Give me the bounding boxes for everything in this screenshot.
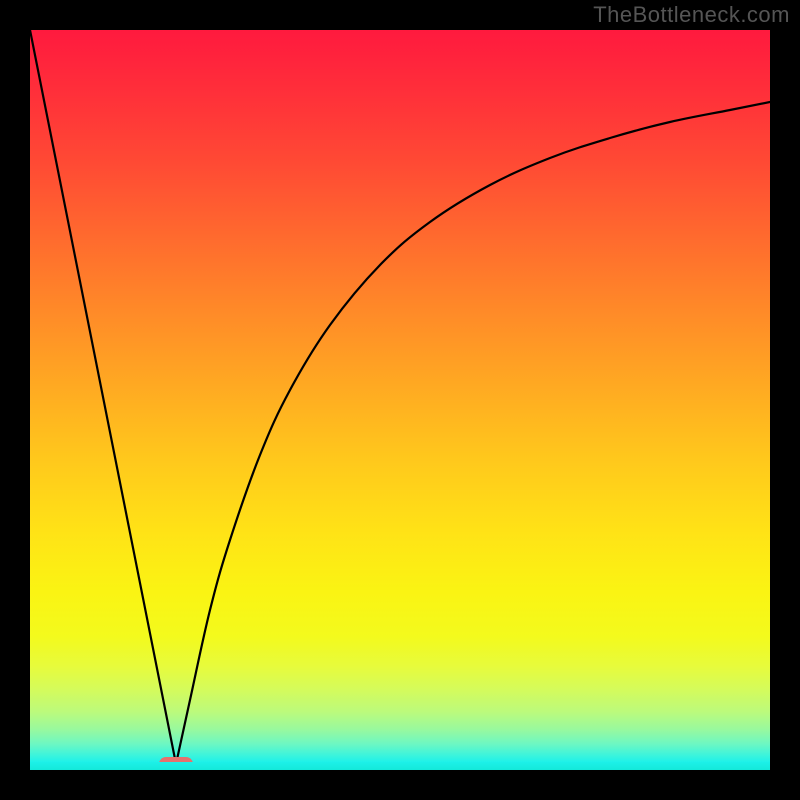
plot-area bbox=[30, 30, 770, 770]
baseline-band bbox=[30, 762, 770, 770]
curve-layer bbox=[30, 30, 770, 770]
curve-left bbox=[30, 30, 176, 764]
watermark-text: TheBottleneck.com bbox=[593, 2, 790, 28]
curve-right bbox=[176, 102, 770, 764]
chart-outer-frame: TheBottleneck.com bbox=[0, 0, 800, 800]
